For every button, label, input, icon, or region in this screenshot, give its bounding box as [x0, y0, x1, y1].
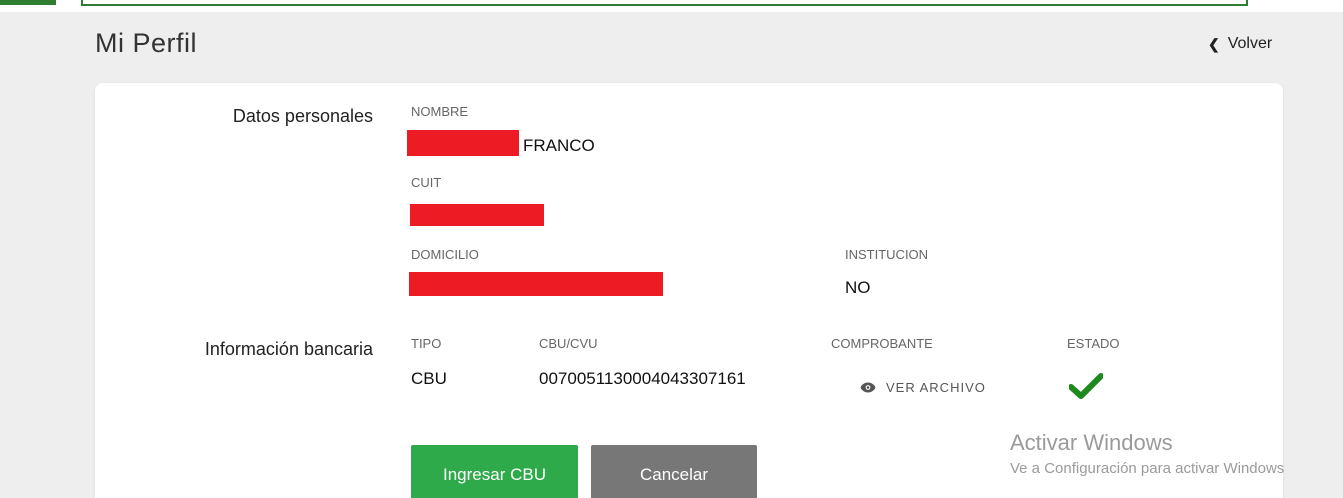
watermark-title: Activar Windows: [1010, 430, 1173, 455]
top-strip: [0, 0, 1343, 12]
institucion-value: NO: [845, 278, 871, 297]
tipo-value: CBU: [411, 369, 447, 388]
cbu-label: CBU/CVU: [539, 336, 598, 351]
section-label-bank: Información bancaria: [204, 339, 373, 359]
cuit-label: CUIT: [411, 175, 442, 190]
eye-icon: [860, 382, 876, 393]
nombre-value: FRANCO: [523, 136, 595, 155]
redacted-cuit: [410, 204, 544, 226]
windows-activation-watermark: Activar Windows Ve a Configuración para …: [1010, 430, 1284, 477]
redacted-nombre: [407, 130, 519, 156]
chevron-left-icon: ❮: [1208, 35, 1220, 52]
institucion-label: INSTITUCION: [845, 247, 929, 262]
watermark-subtitle: Ve a Configuración para activar Windows: [1010, 460, 1285, 477]
section-label-personal: Datos personales: [232, 106, 373, 126]
comprobante-label: COMPROBANTE: [831, 336, 933, 351]
redacted-domicilio: [409, 272, 663, 296]
ingresar-cbu-button[interactable]: Ingresar CBU: [411, 445, 578, 498]
top-green-block: [0, 0, 56, 5]
back-link[interactable]: ❮ Volver: [1208, 35, 1272, 53]
top-frame: [81, 0, 1248, 6]
tipo-label: TIPO: [411, 336, 442, 351]
checkmark-icon: [1069, 373, 1103, 399]
page: Mi Perfil ❮ Volver Datos personales NOMB…: [0, 0, 1343, 498]
estado-label: ESTADO: [1067, 336, 1120, 351]
cbu-value: 0070051130004043307161: [539, 369, 746, 388]
nombre-label: NOMBRE: [411, 104, 469, 119]
back-label: Volver: [1227, 35, 1273, 52]
ver-archivo-button[interactable]: VER ARCHIVO: [860, 380, 986, 395]
page-title: Mi Perfil: [95, 28, 198, 58]
domicilio-label: DOMICILIO: [411, 247, 479, 262]
ver-archivo-label: VER ARCHIVO: [886, 380, 986, 395]
cancel-button[interactable]: Cancelar: [591, 445, 757, 498]
